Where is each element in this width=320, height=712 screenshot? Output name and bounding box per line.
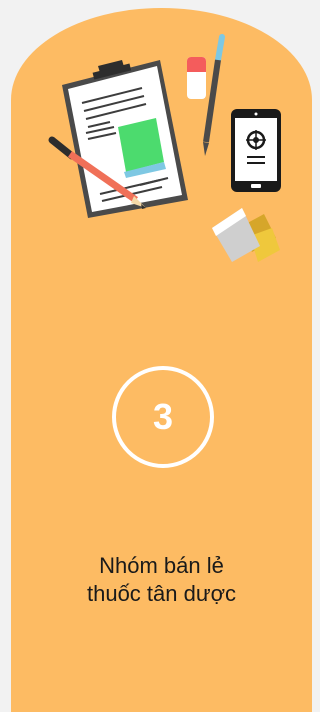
card-title-line-1: Nhóm bán lẻ xyxy=(99,553,224,578)
card-title-line-2: thuốc tân dược xyxy=(86,581,236,606)
step-number-badge: 3 xyxy=(112,366,214,468)
sticky-notes-icon xyxy=(212,208,280,262)
pen-icon xyxy=(203,34,225,156)
card-title: Nhóm bán lẻ thuốc tân dược xyxy=(11,552,312,608)
smartphone-icon xyxy=(231,109,281,192)
eraser-icon xyxy=(187,57,206,99)
office-illustration xyxy=(48,34,281,262)
step-number: 3 xyxy=(152,396,174,437)
